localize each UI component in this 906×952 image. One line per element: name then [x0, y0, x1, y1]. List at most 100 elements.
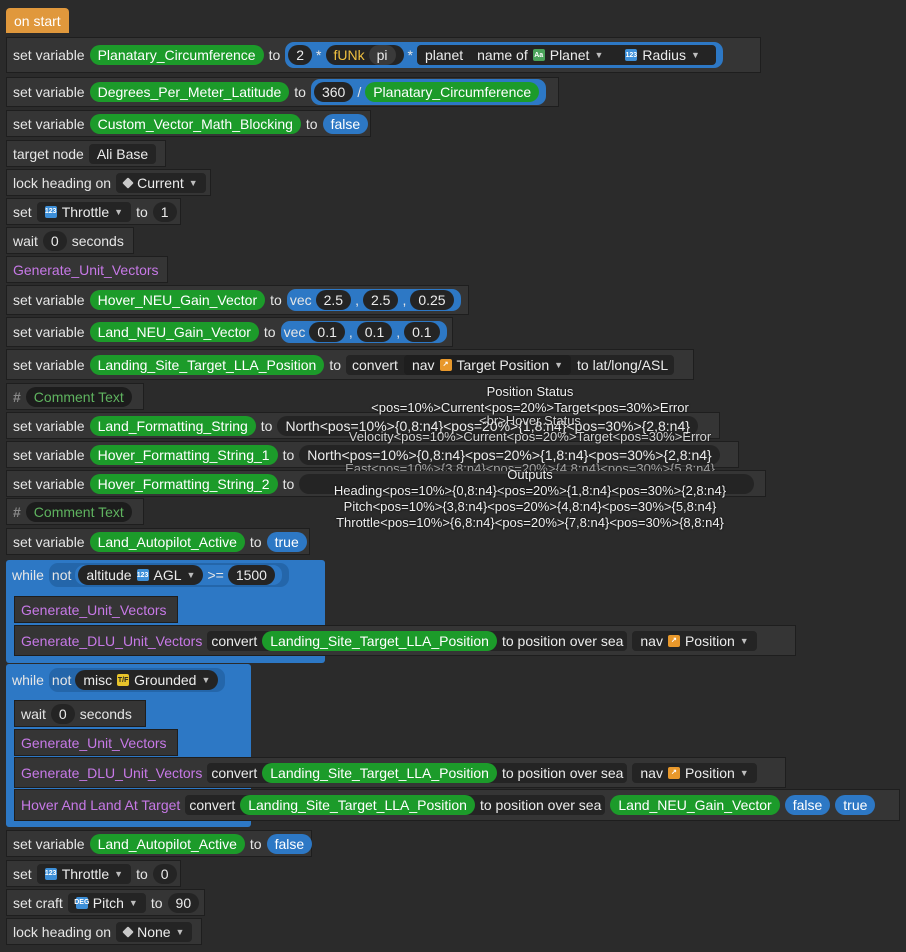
block-set-planatary-circumference[interactable]: set variable Planatary_Circumference to … — [6, 37, 761, 73]
vec-y[interactable]: 0.1 — [356, 322, 393, 342]
block-set-land-neu-gain[interactable]: set variable Land_NEU_Gain_Vector to vec… — [6, 317, 453, 347]
block-call-generate-unit-vectors[interactable]: Generate_Unit_Vectors — [14, 596, 178, 623]
not-expression[interactable]: not misc T/F Grounded ▼ — [48, 668, 226, 692]
block-set-craft-pitch[interactable]: set craft DEG Pitch ▼ to 90 — [6, 889, 205, 916]
value-zero[interactable]: 0 — [50, 703, 75, 724]
label: to — [260, 417, 273, 434]
pi-constant[interactable]: pi — [368, 45, 396, 65]
var-landing-site-target-lla-position[interactable]: Landing_Site_Target_LLA_Position — [240, 795, 475, 815]
block-set-degrees-per-meter[interactable]: set variable Degrees_Per_Meter_Latitude … — [6, 77, 559, 107]
block-set-landing-site-lla[interactable]: set variable Landing_Site_Target_LLA_Pos… — [6, 349, 694, 380]
string-value[interactable]: North<pos=10%>{0,8:n4}<pos=20%>{1,8:n4}<… — [277, 415, 698, 436]
planet-property-block[interactable]: planet name of Aa Planet ▼ 123 Radius ▼ — [416, 45, 716, 65]
bool-true[interactable]: true — [835, 795, 876, 815]
block-set-land-autopilot-false[interactable]: set variable Land_Autopilot_Active to fa… — [6, 830, 313, 857]
radius-dropdown[interactable]: 123 Radius ▼ — [617, 45, 708, 65]
vec-expression[interactable]: vec 0.1 , 0.1 , 0.1 — [280, 321, 447, 343]
value-zero[interactable]: 0 — [152, 863, 177, 884]
var-land-neu-gain-vector[interactable]: Land_NEU_Gain_Vector — [610, 795, 780, 815]
var-landing-site-target-lla-position[interactable]: Landing_Site_Target_LLA_Position — [262, 762, 497, 783]
nav-position[interactable]: nav ↗ Position ▼ — [632, 762, 757, 783]
bool-true[interactable]: true — [266, 531, 307, 552]
label: set — [13, 865, 32, 882]
value-90[interactable]: 90 — [167, 892, 200, 913]
block-lock-heading-none[interactable]: lock heading on None ▼ — [6, 918, 202, 945]
block-wait-0[interactable]: wait 0 seconds — [6, 227, 134, 254]
target-node-value[interactable]: Ali Base — [88, 143, 157, 164]
not-expression[interactable]: not altitude 123 AGL ▼ >= 1500 — [48, 563, 289, 587]
while-header: while not misc T/F Grounded ▼ — [6, 664, 231, 696]
value-360[interactable]: 360 — [313, 82, 354, 102]
string-value[interactable] — [299, 473, 754, 494]
var-land-formatting-string[interactable]: Land_Formatting_String — [89, 415, 256, 436]
altitude-agl[interactable]: altitude 123 AGL ▼ — [78, 565, 204, 585]
value-two[interactable]: 2 — [288, 45, 313, 65]
var-land-autopilot-active[interactable]: Land_Autopilot_Active — [89, 531, 245, 552]
var-land-neu-gain-vector[interactable]: Land_NEU_Gain_Vector — [89, 322, 259, 342]
value-zero[interactable]: 0 — [42, 230, 67, 251]
block-call-generate-dlu[interactable]: Generate_DLU_Unit_Vectors convert Landin… — [14, 625, 796, 656]
on-start-event[interactable]: on start — [6, 8, 69, 33]
string-value[interactable]: North<pos=10%>{0,8:n4}<pos=20%>{1,8:n4}<… — [299, 444, 720, 465]
vec-z[interactable]: 0.25 — [410, 290, 454, 310]
value-1500[interactable]: 1500 — [227, 565, 275, 585]
nav-position[interactable]: nav ↗ Position ▼ — [632, 630, 757, 651]
compare-expression[interactable]: altitude 123 AGL ▼ >= 1500 — [75, 565, 282, 585]
heading-dropdown[interactable]: Current ▼ — [116, 172, 206, 193]
var-hover-formatting-string-1[interactable]: Hover_Formatting_String_1 — [89, 444, 278, 465]
bool-false[interactable]: false — [266, 833, 313, 854]
comment-block[interactable]: # Comment Text — [6, 498, 144, 525]
divide-expression[interactable]: 360 / Planatary_Circumference — [310, 79, 547, 105]
block-call-generate-dlu[interactable]: Generate_DLU_Unit_Vectors convert Landin… — [14, 757, 786, 788]
throttle-dropdown[interactable]: 123 Throttle ▼ — [36, 201, 132, 222]
var-landing-site-target-lla-position[interactable]: Landing_Site_Target_LLA_Position — [262, 630, 497, 651]
var-degrees-per-meter-latitude[interactable]: Degrees_Per_Meter_Latitude — [89, 82, 290, 102]
vec-z[interactable]: 0.1 — [404, 322, 440, 342]
block-set-hover-formatting-1[interactable]: set variable Hover_Formatting_String_1 t… — [6, 441, 739, 468]
comment-text[interactable]: Comment Text — [25, 501, 132, 522]
vec-x[interactable]: 2.5 — [315, 290, 352, 310]
block-set-custom-vector-math[interactable]: set variable Custom_Vector_Math_Blocking… — [6, 110, 371, 137]
value-one[interactable]: 1 — [152, 201, 177, 222]
comment-text[interactable]: Comment Text — [25, 386, 132, 407]
var-hover-formatting-string-2[interactable]: Hover_Formatting_String_2 — [89, 473, 278, 494]
misc-grounded[interactable]: misc T/F Grounded ▼ — [75, 670, 219, 690]
pitch-dropdown[interactable]: DEG Pitch ▼ — [67, 892, 146, 913]
var-hover-neu-gain-vector[interactable]: Hover_NEU_Gain_Vector — [89, 290, 266, 310]
block-lock-heading-current[interactable]: lock heading on Current ▼ — [6, 169, 211, 196]
bool-false[interactable]: false — [322, 113, 369, 134]
convert-expression[interactable]: convert Landing_Site_Target_LLA_Position… — [185, 795, 606, 815]
var-planatary-circumference[interactable]: Planatary_Circumference — [89, 45, 264, 65]
vec-expression[interactable]: vec 2.5 , 2.5 , 0.25 — [286, 289, 461, 311]
convert-expression[interactable]: convert Landing_Site_Target_LLA_Position… — [207, 762, 628, 783]
block-set-throttle-0[interactable]: set 123 Throttle ▼ to 0 — [6, 860, 181, 887]
block-set-land-formatting-string[interactable]: set variable Land_Formatting_String to N… — [6, 412, 720, 439]
multiply-expression[interactable]: 2 * fUNk pi * planet name of Aa Planet ▼ 12… — [285, 42, 723, 68]
block-set-hover-formatting-2[interactable]: set variable Hover_Formatting_String_2 t… — [6, 470, 766, 497]
block-set-throttle-1[interactable]: set 123 Throttle ▼ to 1 — [6, 198, 181, 225]
vec-y[interactable]: 2.5 — [362, 290, 399, 310]
var-custom-vector-math-blocking[interactable]: Custom_Vector_Math_Blocking — [89, 113, 301, 134]
var-planatary-circumference[interactable]: Planatary_Circumference — [365, 82, 540, 102]
name-of-planet-block[interactable]: name of Aa Planet ▼ — [469, 45, 612, 65]
funk-pi-block[interactable]: fUNk pi — [325, 45, 404, 65]
block-call-hover-and-land[interactable]: Hover And Land At Target convert Landing… — [14, 789, 900, 821]
label: set variable — [13, 533, 85, 550]
block-call-generate-unit-vectors[interactable]: Generate_Unit_Vectors — [14, 729, 178, 756]
convert-expression[interactable]: convert Landing_Site_Target_LLA_Position… — [207, 630, 628, 651]
block-call-generate-unit-vectors[interactable]: Generate_Unit_Vectors — [6, 256, 168, 283]
block-set-hover-neu-gain[interactable]: set variable Hover_NEU_Gain_Vector to ve… — [6, 285, 469, 315]
block-set-land-autopilot-true[interactable]: set variable Land_Autopilot_Active to tr… — [6, 528, 310, 555]
bool-false[interactable]: false — [784, 795, 831, 815]
vec-x[interactable]: 0.1 — [309, 322, 345, 342]
convert-expression[interactable]: convert nav ↗ Target Position ▼ to lat/long… — [346, 354, 675, 375]
nav-target-position[interactable]: nav ↗ Target Position ▼ — [403, 354, 572, 375]
throttle-dropdown[interactable]: 123 Throttle ▼ — [36, 863, 132, 884]
var-land-autopilot-active[interactable]: Land_Autopilot_Active — [89, 833, 245, 854]
heading-dropdown[interactable]: None ▼ — [116, 921, 193, 942]
var-landing-site-target-lla-position[interactable]: Landing_Site_Target_LLA_Position — [89, 354, 325, 375]
comment-block[interactable]: # Comment Text — [6, 383, 144, 410]
label: to — [150, 894, 163, 911]
block-wait-0[interactable]: wait 0 seconds — [14, 700, 146, 727]
block-target-node[interactable]: target node Ali Base — [6, 140, 166, 167]
